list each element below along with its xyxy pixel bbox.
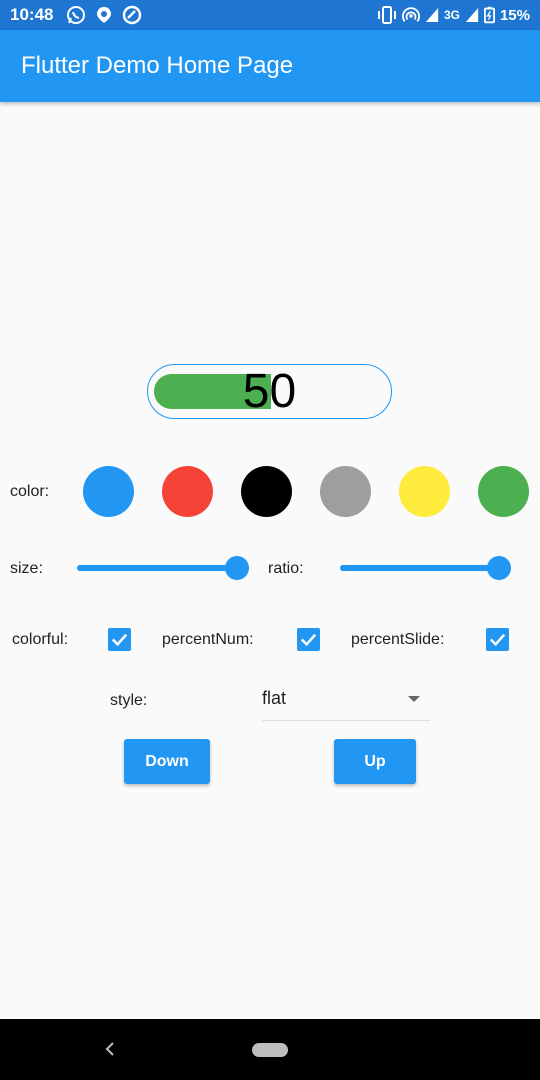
ratio-slider-thumb[interactable]: [487, 556, 511, 580]
check-icon: [111, 633, 128, 647]
whatsapp-icon: [67, 6, 85, 24]
app-title: Flutter Demo Home Page: [21, 52, 294, 79]
vibrate-icon: [377, 6, 396, 24]
percent-num-label: percentNum:: [162, 631, 254, 648]
style-dropdown[interactable]: flat: [262, 686, 430, 721]
color-swatch-grey[interactable]: [320, 466, 371, 517]
location-icon: [97, 7, 111, 23]
color-swatch-black[interactable]: [241, 466, 292, 517]
check-icon: [300, 633, 317, 647]
percent-num-checkbox[interactable]: [297, 628, 320, 651]
size-slider-track: [77, 565, 237, 571]
ratio-slider-track: [340, 565, 499, 571]
dropdown-arrow-icon: [408, 696, 420, 702]
home-pill-icon[interactable]: [252, 1043, 288, 1057]
ratio-slider[interactable]: [340, 556, 511, 580]
colorful-label: colorful:: [12, 631, 69, 648]
color-swatch-green[interactable]: [478, 466, 529, 517]
navigation-bar: [0, 1019, 540, 1080]
color-swatch-yellow[interactable]: [399, 466, 450, 517]
data-saver-icon: [122, 5, 142, 25]
progress-indicator: 50: [147, 364, 392, 419]
ratio-label: ratio:: [268, 560, 304, 577]
check-icon: [489, 633, 506, 647]
color-swatch-blue[interactable]: [83, 466, 134, 517]
app-bar: Flutter Demo Home Page: [0, 30, 540, 102]
up-button[interactable]: Up: [334, 739, 416, 784]
size-slider[interactable]: [77, 556, 249, 580]
style-dropdown-value: flat: [262, 688, 287, 708]
hotspot-icon: [402, 7, 420, 22]
progress-value: 50: [242, 365, 297, 418]
network-type: 3G: [443, 8, 460, 22]
colorful-checkbox[interactable]: [108, 628, 131, 651]
status-right: 3G 15%: [377, 5, 530, 25]
back-icon[interactable]: [103, 1041, 117, 1057]
status-time: 10:48: [10, 5, 54, 24]
battery-icon: [483, 6, 495, 24]
battery-percent: 15%: [499, 6, 530, 24]
color-swatch-red[interactable]: [162, 466, 213, 517]
percent-slide-checkbox[interactable]: [486, 628, 509, 651]
style-label: style:: [110, 692, 148, 709]
down-button[interactable]: Down: [124, 739, 210, 784]
signal-icon: [465, 8, 479, 22]
size-slider-thumb[interactable]: [225, 556, 249, 580]
color-label: color:: [10, 483, 50, 500]
status-bar: 10:48 3G 15%: [0, 0, 540, 30]
status-left-icons: [66, 5, 142, 25]
signal-icon: [425, 8, 439, 22]
size-label: size:: [10, 560, 43, 577]
percent-slide-label: percentSlide:: [351, 631, 445, 648]
